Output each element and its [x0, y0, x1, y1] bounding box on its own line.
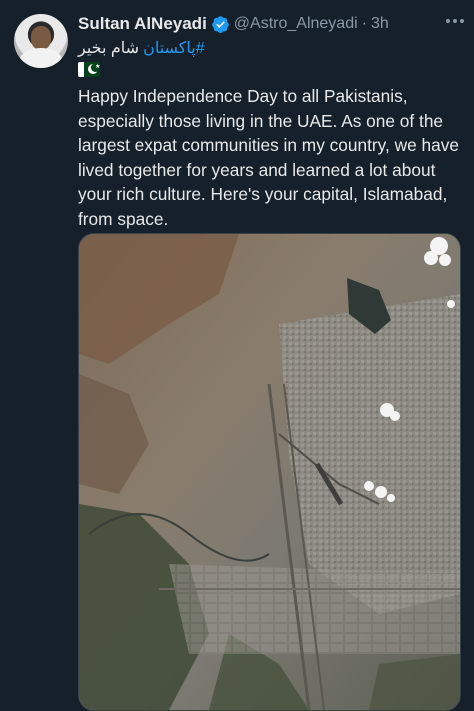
- author-avatar[interactable]: [14, 14, 68, 68]
- tweet-time[interactable]: 3h: [371, 15, 389, 33]
- pakistan-flag-icon: ★: [78, 62, 100, 77]
- avatar-suit: [20, 48, 62, 68]
- hashtag-link[interactable]: #پاکستان: [143, 38, 205, 58]
- avatar-face: [31, 26, 51, 50]
- urdu-line: #پاکستان شام بخیر: [78, 38, 205, 58]
- tweet-body: Happy Independence Day to all Pakistanis…: [78, 86, 459, 229]
- author-name[interactable]: Sultan AlNeyadi: [78, 14, 207, 34]
- verified-badge-icon[interactable]: [211, 15, 230, 34]
- satellite-image-graphic: [79, 234, 460, 710]
- tweet-header: Sultan AlNeyadi @Astro_Alneyadi · 3h: [78, 13, 389, 35]
- author-handle[interactable]: @Astro_Alneyadi: [234, 15, 358, 33]
- urdu-greeting: شام بخیر: [78, 40, 140, 57]
- more-options-icon[interactable]: [446, 14, 464, 28]
- satellite-image[interactable]: [78, 233, 461, 711]
- tweet: Sultan AlNeyadi @Astro_Alneyadi · 3h #پا…: [0, 0, 474, 711]
- separator-dot: ·: [361, 15, 367, 32]
